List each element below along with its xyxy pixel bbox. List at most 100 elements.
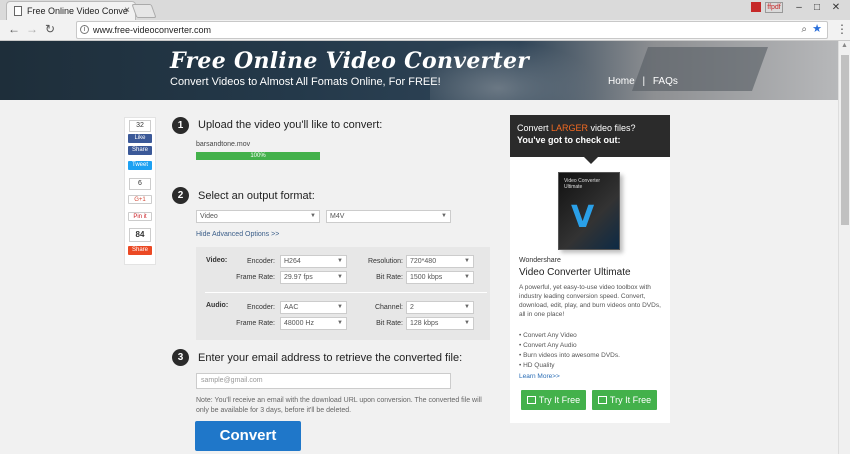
facebook-like-button[interactable]: Like (128, 134, 152, 143)
gplus-button[interactable]: G+1 (128, 195, 152, 204)
chevron-down-icon: ▼ (310, 213, 316, 219)
extension-icon[interactable] (751, 2, 761, 12)
browser-tab[interactable]: Free Online Video Conve × (6, 1, 136, 20)
try-free-mac-button[interactable]: Try It Free (592, 390, 657, 410)
list-item: • HD Quality (519, 362, 555, 369)
audio-framerate-label: Frame Rate: (236, 320, 275, 327)
chevron-down-icon: ▼ (464, 274, 470, 280)
profile-badge[interactable]: ffpdf (765, 2, 783, 13)
list-item: • Convert Any Audio (519, 342, 577, 349)
browser-menu-icon[interactable]: ⋮ (836, 22, 848, 36)
chevron-down-icon: ▼ (441, 213, 447, 219)
video-framerate-select[interactable]: 29.97 fps ▼ (280, 271, 347, 284)
audio-framerate-select[interactable]: 48000 Hz ▼ (280, 317, 347, 330)
audio-section-label: Audio: (206, 302, 229, 309)
back-icon[interactable]: ← (8, 22, 20, 36)
video-bitrate-select[interactable]: 1500 kbps ▼ (406, 271, 474, 284)
maximize-button[interactable]: □ (808, 0, 826, 18)
step-2-title: Select an output format: (198, 190, 315, 202)
format-type-value: Video (200, 213, 218, 220)
resolution-label: Resolution: (367, 258, 403, 265)
address-bar[interactable]: i www.free-videoconverter.com ⌕ ★ (76, 21, 828, 39)
stumbleupon-share-button[interactable]: Share (128, 246, 152, 255)
product-box-title: Video Converter Ultimate (564, 178, 601, 190)
facebook-count: 32 (129, 120, 151, 132)
upload-progress-bar: 100% (196, 152, 320, 160)
resolution-value: 720*480 (410, 258, 437, 265)
promo-head-post: video files? (588, 123, 636, 133)
video-encoder-select[interactable]: H264 ▼ (280, 255, 347, 268)
uploaded-file-name: barsandtone.mov (196, 141, 251, 148)
site-title: Free Online Video Converter (170, 48, 530, 74)
learn-more-link[interactable]: Learn More>> (519, 373, 560, 380)
info-icon[interactable]: i (80, 25, 89, 34)
facebook-share-button[interactable]: Share (128, 146, 152, 155)
site-subtitle: Convert Videos to Almost All Fomats Onli… (170, 76, 441, 88)
list-item: • Burn videos into awesome DVDs. (519, 352, 620, 359)
audio-encoder-label: Encoder: (246, 304, 275, 311)
promo-head-highlight: LARGER (551, 123, 589, 133)
step-3-number: 3 (172, 349, 189, 366)
product-name: Video Converter Ultimate (519, 267, 631, 278)
audio-bitrate-label: Bit Rate: (376, 320, 403, 327)
video-framerate-label: Frame Rate: (236, 274, 275, 281)
channel-select[interactable]: 2 ▼ (406, 301, 474, 314)
resolution-select[interactable]: 720*480 ▼ (406, 255, 474, 268)
forward-icon[interactable]: → (26, 22, 38, 36)
feature-list: • Convert Any Video • Convert Any Audio … (519, 331, 620, 371)
audio-framerate-value: 48000 Hz (284, 320, 314, 327)
pinit-button[interactable]: Pin it (128, 212, 152, 221)
product-brand: Wondershare (519, 257, 561, 264)
audio-encoder-select[interactable]: AAC ▼ (280, 301, 347, 314)
zoom-icon[interactable]: ⌕ (801, 22, 807, 38)
email-field[interactable]: sample@gmail.com (196, 373, 451, 389)
promo-header: Convert LARGER video files? You've got t… (510, 115, 670, 164)
new-tab-button[interactable] (131, 4, 157, 18)
video-section-label: Video: (206, 257, 228, 264)
video-bitrate-value: 1500 kbps (410, 274, 443, 281)
hero-banner: Free Online Video Converter Convert Vide… (0, 41, 838, 100)
browser-tab-strip: Free Online Video Conve × ffpdf – □ ✕ (0, 0, 850, 20)
nav-faqs-link[interactable]: FAQs (653, 76, 678, 87)
nav-home-link[interactable]: Home (608, 76, 635, 87)
chevron-down-icon: ▼ (337, 304, 343, 310)
promo-head-pre: Convert (517, 123, 552, 133)
audio-bitrate-value: 128 kbps (410, 320, 439, 327)
output-format-select[interactable]: M4V ▼ (326, 210, 451, 223)
finder-icon (597, 396, 607, 404)
windows-icon (526, 396, 536, 404)
chevron-down-icon: ▼ (464, 304, 470, 310)
try-free-mac-label: Try It Free (609, 395, 652, 405)
bookmark-star-icon[interactable]: ★ (812, 21, 822, 37)
close-window-button[interactable]: ✕ (826, 0, 846, 18)
output-format-value: M4V (330, 213, 345, 220)
product-box-image[interactable]: Video Converter Ultimate V (558, 172, 620, 250)
scrollbar-thumb[interactable] (841, 55, 849, 225)
step-2-number: 2 (172, 187, 189, 204)
promo-head-line2: You've got to check out: (517, 135, 621, 145)
minimize-button[interactable]: – (790, 0, 808, 18)
list-item: • Convert Any Video (519, 332, 577, 339)
format-type-select[interactable]: Video ▼ (196, 210, 320, 223)
step-1-number: 1 (172, 117, 189, 134)
try-free-windows-label: Try It Free (538, 395, 581, 405)
video-framerate-value: 29.97 fps (284, 274, 313, 281)
tweet-button[interactable]: Tweet (128, 161, 152, 170)
tab-title: Free Online Video Conve (27, 6, 128, 16)
convert-button[interactable]: Convert (195, 421, 301, 451)
audio-bitrate-select[interactable]: 128 kbps ▼ (406, 317, 474, 330)
step-3-title: Enter your email address to retrieve the… (198, 352, 463, 364)
top-nav: Home | FAQs (608, 76, 678, 87)
video-encoder-label: Encoder: (246, 258, 275, 265)
promo-pointer (584, 157, 598, 164)
step-1-title: Upload the video you'll like to convert: (198, 119, 383, 131)
reload-icon[interactable]: ↻ (45, 22, 55, 36)
page-scrollbar[interactable]: ▲ (838, 41, 850, 454)
scroll-up-icon[interactable]: ▲ (841, 42, 848, 49)
video-encoder-value: H264 (284, 258, 301, 265)
close-tab-icon[interactable]: × (124, 5, 130, 16)
advanced-options-toggle[interactable]: Hide Advanced Options >> (196, 231, 279, 238)
chevron-down-icon: ▼ (464, 258, 470, 264)
try-free-windows-button[interactable]: Try It Free (521, 390, 586, 410)
chevron-down-icon: ▼ (464, 320, 470, 326)
